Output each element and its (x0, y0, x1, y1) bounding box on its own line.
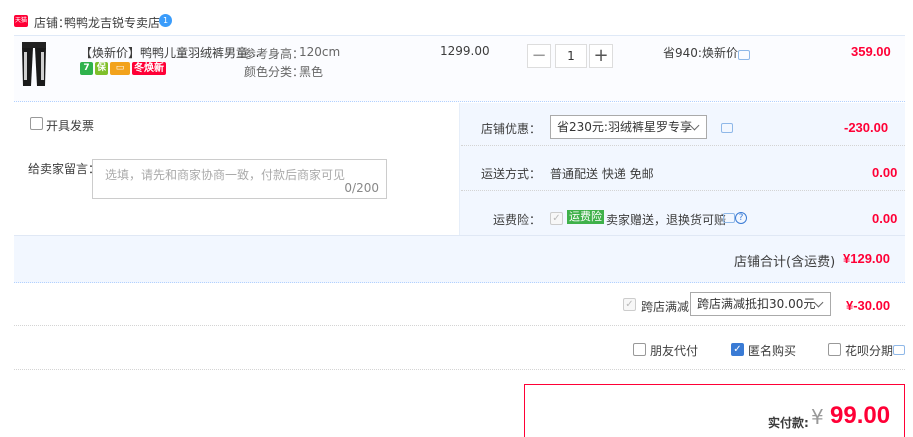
insurance-checkbox: ✓ (550, 212, 563, 225)
shop-verified-icon[interactable]: 1 (159, 14, 172, 27)
anonymous-checkbox[interactable]: ✓ (731, 343, 744, 356)
product-thumbnail[interactable] (18, 40, 50, 90)
shop-total-amount: ¥129.00 (843, 251, 890, 266)
cross-store-checkbox: ✓ (623, 298, 636, 311)
quantity-increase-button[interactable]: + (589, 44, 613, 68)
shipping-value: 普通配送 快递 免邮 (550, 167, 654, 181)
save-note: 省940:焕新价 (663, 46, 738, 60)
final-total-box: 实付款: ¥ 99.00 (524, 384, 905, 437)
message-counter: 0/200 (344, 181, 379, 195)
divider (14, 235, 905, 236)
invoice-label[interactable]: 开具发票 (46, 117, 94, 134)
chat-icon[interactable] (723, 213, 735, 223)
huabei-label[interactable]: 花呗分期 (845, 342, 893, 359)
height-label: 参考身高： (244, 47, 305, 61)
huabei-checkbox[interactable] (828, 343, 841, 356)
insurance-tag: 运费险 (567, 210, 604, 224)
chat-icon[interactable] (893, 345, 905, 355)
shop-discount-selected: 省230元:羽绒裤星罗专享 (557, 120, 692, 134)
quantity-decrease-button[interactable]: − (527, 44, 551, 68)
seller-message-input[interactable]: 选填，请先和商家协商一致，付款后商家可见 0/200 (92, 159, 387, 199)
anonymous-label[interactable]: 匿名购买 (748, 342, 796, 359)
chat-icon[interactable] (721, 123, 733, 133)
insurance-desc: 卖家赠送，退换货可赔 (606, 213, 727, 227)
cross-store-select[interactable]: 跨店满减抵扣30.00元 (690, 292, 831, 316)
shipping-amount: 0.00 (872, 165, 898, 180)
friend-pay-checkbox[interactable] (633, 343, 646, 356)
invoice-checkbox[interactable] (30, 117, 43, 130)
divider (461, 145, 905, 146)
shop-discount-label: 店铺优惠： (481, 122, 542, 136)
quantity-input[interactable]: 1 (555, 44, 587, 68)
divider (14, 325, 905, 326)
divider (14, 369, 905, 370)
product-title[interactable]: 【焕新价】鸭鸭儿童羽绒裤男童... (80, 44, 259, 61)
shop-discount-select[interactable]: 省230元:羽绒裤星罗专享 (550, 115, 707, 139)
divider (461, 190, 905, 191)
tmall-badge: 天猫 (14, 15, 28, 27)
friend-pay-label[interactable]: 朋友代付 (650, 342, 698, 359)
winter-tag: 冬焕新 (132, 62, 166, 75)
insurance-amount: 0.00 (872, 211, 898, 226)
cross-store-amount: ¥-30.00 (846, 298, 891, 313)
cross-store-selected: 跨店满减抵扣30.00元 (697, 297, 816, 311)
unit-price: 1299.00 (440, 44, 490, 58)
help-icon[interactable]: ? (735, 212, 747, 224)
cross-store-label: 跨店满减 (641, 300, 690, 314)
shipping-label: 运送方式： (481, 167, 542, 181)
final-currency: ¥ (811, 405, 824, 429)
guarantee-icon: 保 (95, 62, 108, 75)
height-value: 120cm (299, 45, 341, 59)
color-value: 黑色 (299, 65, 324, 79)
product-tags: 7 保 ▭ 冬焕新 (80, 62, 166, 75)
shop-discount-amount: -230.00 (844, 120, 889, 135)
message-label: 给卖家留言： (28, 162, 101, 176)
color-label: 颜色分类： (244, 65, 305, 79)
insurance-label: 运费险： (493, 213, 542, 227)
message-placeholder: 选填，请先和商家协商一致，付款后商家可见 (105, 168, 346, 182)
item-subtotal: 359.00 (851, 44, 891, 59)
seven-day-return-icon: 7 (80, 62, 93, 75)
final-label: 实付款: (768, 416, 809, 430)
chat-icon[interactable] (738, 50, 750, 60)
shop-name[interactable]: 鸭鸭龙吉锐专卖店 (64, 14, 160, 31)
card-icon: ▭ (110, 62, 130, 75)
final-amount: 99.00 (830, 402, 891, 429)
shop-total-label: 店铺合计(含运费) (734, 255, 836, 270)
